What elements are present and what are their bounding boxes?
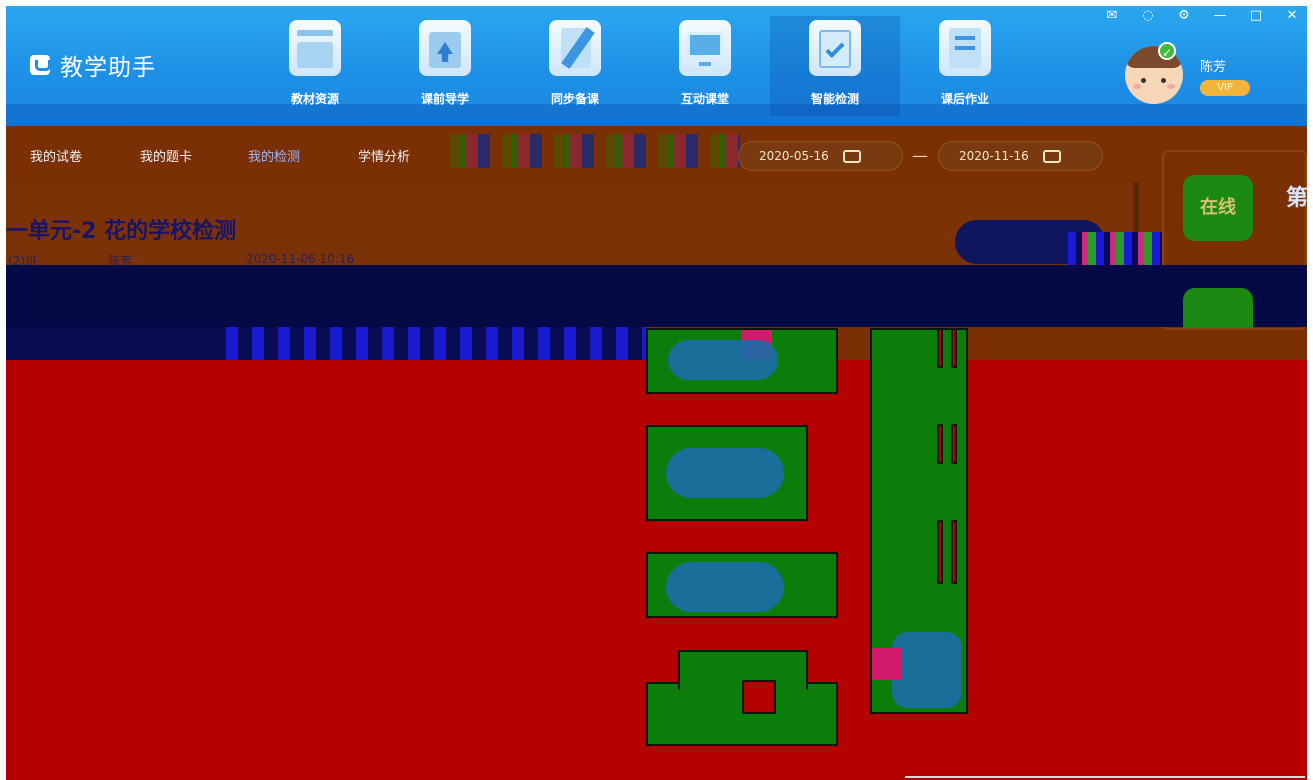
app-logo-icon <box>30 55 51 75</box>
artifact-shape <box>666 562 784 612</box>
tab-my-tests[interactable]: 我的检测 <box>248 146 300 165</box>
lesson-prep-icon <box>549 20 601 76</box>
nav-label-smart-test: 智能检测 <box>810 92 859 106</box>
role-badge: VIP <box>1200 80 1250 96</box>
render-artifact <box>450 134 740 168</box>
settings-icon[interactable]: ⚙ <box>1177 8 1191 23</box>
side-button-2[interactable] <box>1183 288 1253 328</box>
overlay-band-stripes <box>6 327 646 360</box>
nav-label-lesson-prep: 同步备课 <box>550 92 599 106</box>
nav-label-homework: 课后作业 <box>940 92 989 106</box>
nav-item-preview[interactable]: 课前导学 <box>380 16 510 116</box>
user-name[interactable]: 陈芳 <box>1200 56 1226 75</box>
artifact-shape <box>892 632 962 708</box>
calendar-icon <box>842 149 861 163</box>
textbook-resource-icon <box>289 20 341 76</box>
artifact-tick <box>937 328 943 368</box>
maximize-icon[interactable]: □ <box>1249 8 1263 23</box>
side-edge-text: 第 <box>1286 186 1309 211</box>
nav-label-preview: 课前导学 <box>420 92 469 106</box>
artifact-shape <box>872 648 902 680</box>
preview-guide-icon <box>419 20 471 76</box>
nav-item-homework[interactable]: 课后作业 <box>900 16 1030 116</box>
exam-time: 2020-11-06 10:16 <box>246 252 355 266</box>
tab-my-cards[interactable]: 我的题卡 <box>140 146 192 165</box>
main-nav: 教材资源 课前导学 同步备课 互动课堂 智能检测 课后作业 <box>250 16 1030 116</box>
nav-item-smart-test[interactable]: 智能检测 <box>770 16 900 116</box>
close-icon[interactable]: ✕ <box>1285 8 1299 23</box>
mail-icon[interactable]: ✉ <box>1105 8 1119 23</box>
nav-label-textbook: 教材资源 <box>290 92 339 106</box>
render-artifact <box>1068 232 1163 266</box>
bell-icon[interactable]: ◌ <box>1141 8 1155 23</box>
end-date-value: 2020-11-16 <box>959 149 1029 163</box>
artifact-shape <box>742 680 776 714</box>
start-date-value: 2020-05-16 <box>759 149 829 163</box>
exam-title[interactable]: 一单元-2 花的学校检测 <box>6 213 236 245</box>
window-controls: ✉ ◌ ⚙ — □ ✕ <box>1105 8 1299 23</box>
bottom-divider <box>905 776 1305 778</box>
nav-item-interactive[interactable]: 互动课堂 <box>640 16 770 116</box>
artifact-tick <box>937 520 943 584</box>
artifact-tick <box>951 328 957 368</box>
verified-check-icon: ✓ <box>1158 42 1176 60</box>
smart-test-icon <box>809 20 861 76</box>
interactive-class-icon <box>679 20 731 76</box>
app-title: 教学助手 <box>60 55 156 81</box>
tab-my-papers[interactable]: 我的试卷 <box>30 146 82 165</box>
overlay-band <box>6 265 1307 327</box>
nav-label-interactive: 互动课堂 <box>680 92 729 106</box>
minimize-icon[interactable]: — <box>1213 8 1227 23</box>
date-range-separator: — <box>912 146 928 165</box>
calendar-icon <box>1042 149 1061 163</box>
app-logo: 教学助手 <box>30 48 156 82</box>
nav-item-lesson-prep[interactable]: 同步备课 <box>510 16 640 116</box>
start-date-picker[interactable]: 2020-05-16 <box>738 141 903 171</box>
artifact-shape <box>668 340 778 380</box>
artifact-shape <box>666 448 784 498</box>
homework-icon <box>939 20 991 76</box>
online-button[interactable]: 在线 <box>1183 175 1253 241</box>
end-date-picker[interactable]: 2020-11-16 <box>938 141 1103 171</box>
artifact-tick <box>937 424 943 464</box>
tab-analysis[interactable]: 学情分析 <box>358 146 410 165</box>
artifact-tick <box>951 424 957 464</box>
artifact-tick <box>951 520 957 584</box>
nav-item-textbook[interactable]: 教材资源 <box>250 16 380 116</box>
